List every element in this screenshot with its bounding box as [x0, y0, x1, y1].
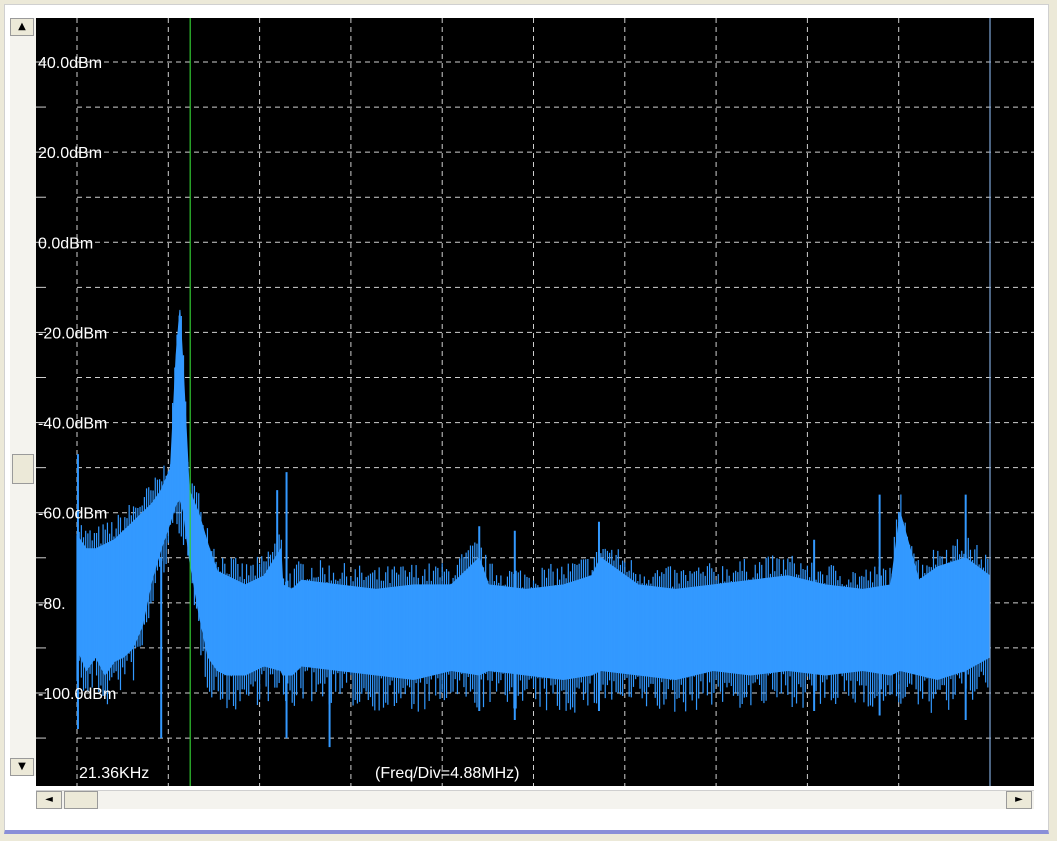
- y-tick-label: -80.: [38, 596, 66, 613]
- y-tick-label: 0.0dBm: [38, 235, 93, 252]
- y-tick-label: -100.0dBm: [38, 686, 116, 703]
- y-tick-label: -60.0dBm: [38, 506, 107, 523]
- x-axis-label: (Freq/Div=4.88MHz): [375, 765, 519, 782]
- y-tick-label: 40.0dBm: [38, 55, 102, 72]
- x-start-label: 21.36KHz: [79, 765, 149, 782]
- y-tick-label: -20.0dBm: [38, 325, 107, 342]
- y-tick-label: -40.0dBm: [38, 416, 107, 433]
- y-tick-label: 20.0dBm: [38, 145, 102, 162]
- spectrum-chart: 40.0dBm 20.0dBm 0.0dBm -20.0dBm -40.0dBm -60.…: [36, 18, 1034, 786]
